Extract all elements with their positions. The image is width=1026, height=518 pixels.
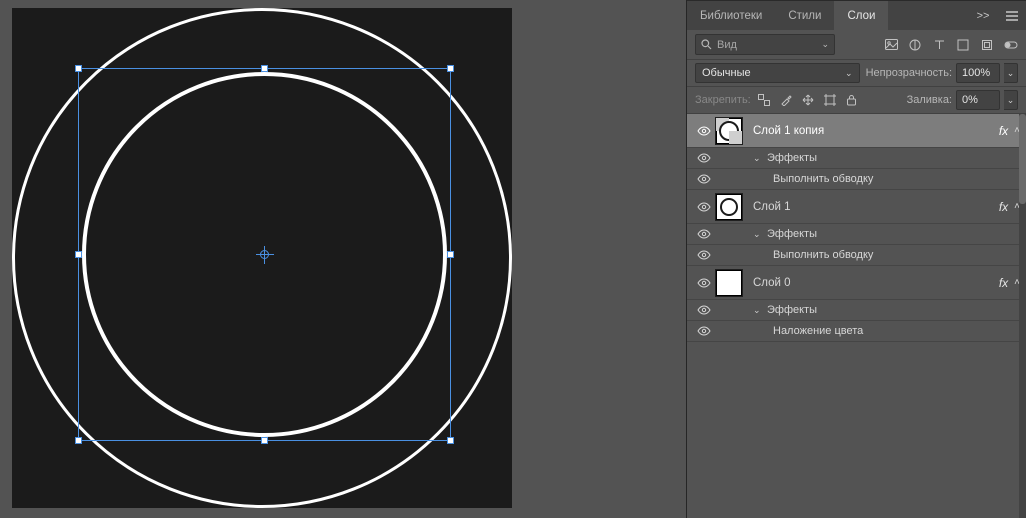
- transform-handle-e[interactable]: [447, 251, 454, 258]
- filter-image-icon[interactable]: [884, 38, 898, 52]
- effect-visibility-toggle[interactable]: [693, 250, 715, 260]
- filter-shape-icon[interactable]: [956, 38, 970, 52]
- chevron-down-icon[interactable]: ⌄: [753, 153, 767, 164]
- lock-brush-icon[interactable]: [779, 93, 793, 107]
- layer-row[interactable]: Слой 1fx˄: [687, 190, 1026, 224]
- canvas-area[interactable]: [0, 0, 670, 518]
- filter-smartobject-icon[interactable]: [980, 38, 994, 52]
- layer-effect-item[interactable]: Выполнить обводку: [687, 245, 1026, 266]
- layer-visibility-toggle[interactable]: [693, 202, 715, 212]
- transform-handle-nw[interactable]: [75, 65, 82, 72]
- layer-effect-item[interactable]: Наложение цвета: [687, 321, 1026, 342]
- layer-row[interactable]: Слой 1 копияfx˄: [687, 114, 1026, 148]
- layer-filter-icons: [884, 38, 1018, 52]
- effect-group-visibility-toggle[interactable]: [693, 229, 715, 239]
- layer-fx-indicator[interactable]: fx: [999, 200, 1008, 214]
- effects-label: Эффекты: [767, 228, 817, 240]
- opacity-slider-button[interactable]: ⌄: [1004, 63, 1018, 83]
- blend-mode-value: Обычные: [702, 67, 751, 79]
- layers-list[interactable]: Слой 1 копияfx˄⌄ЭффектыВыполнить обводку…: [687, 114, 1026, 518]
- lock-label: Закрепить:: [695, 94, 751, 106]
- layers-scrollbar[interactable]: [1019, 114, 1026, 518]
- layer-thumbnail[interactable]: [715, 269, 743, 297]
- layer-fx-indicator[interactable]: fx: [999, 276, 1008, 290]
- scrollbar-thumb[interactable]: [1019, 114, 1026, 204]
- effect-group-visibility-toggle[interactable]: [693, 153, 715, 163]
- chevron-down-icon[interactable]: ⌄: [753, 305, 767, 316]
- collapse-panel-button[interactable]: >>: [968, 1, 998, 30]
- tab-layers[interactable]: Слои: [834, 1, 888, 30]
- fill-input[interactable]: 0%: [956, 90, 1000, 110]
- transform-handle-s[interactable]: [261, 437, 268, 444]
- effects-label: Эффекты: [767, 304, 817, 316]
- lock-pixels-icon[interactable]: [757, 93, 771, 107]
- chevron-down-icon: ⌄: [821, 39, 829, 50]
- effect-visibility-toggle[interactable]: [693, 174, 715, 184]
- transform-handle-w[interactable]: [75, 251, 82, 258]
- layer-row[interactable]: Слой 0fx˄: [687, 266, 1026, 300]
- fill-slider-button[interactable]: ⌄: [1004, 90, 1018, 110]
- layer-effect-item[interactable]: Выполнить обводку: [687, 169, 1026, 190]
- chevron-down-icon[interactable]: ⌄: [753, 229, 767, 240]
- layer-effects-row[interactable]: ⌄Эффекты: [687, 224, 1026, 245]
- transform-handle-se[interactable]: [447, 437, 454, 444]
- filter-adjustment-icon[interactable]: [908, 38, 922, 52]
- layer-visibility-toggle[interactable]: [693, 126, 715, 136]
- hamburger-icon: [1006, 11, 1018, 21]
- layer-name: Слой 0: [753, 277, 791, 289]
- transform-handle-ne[interactable]: [447, 65, 454, 72]
- chevron-down-icon: ⌄: [1007, 68, 1015, 79]
- layer-thumbnail[interactable]: [715, 117, 743, 145]
- layers-search-row: Вид ⌄: [687, 30, 1026, 60]
- effect-group-visibility-toggle[interactable]: [693, 305, 715, 315]
- layers-panel-body: Вид ⌄ Обычные ⌄ Непрозрачность: 100%: [687, 30, 1026, 518]
- effect-visibility-toggle[interactable]: [693, 326, 715, 336]
- search-icon: [701, 39, 712, 50]
- layer-name: Слой 1: [753, 201, 791, 213]
- fill-control: Заливка: 0% ⌄: [907, 90, 1018, 110]
- layer-effects-row[interactable]: ⌄Эффекты: [687, 300, 1026, 321]
- effects-label: Эффекты: [767, 152, 817, 164]
- transform-handle-sw[interactable]: [75, 437, 82, 444]
- fill-value: 0%: [962, 94, 978, 106]
- layers-panel: Библиотеки Стили Слои >> Вид ⌄: [686, 0, 1026, 518]
- opacity-label: Непрозрачность:: [866, 67, 952, 79]
- search-placeholder: Вид: [717, 39, 737, 51]
- panel-tabs: Библиотеки Стили Слои >>: [687, 0, 1026, 30]
- layer-search-dropdown[interactable]: Вид ⌄: [695, 34, 835, 55]
- fill-label: Заливка:: [907, 94, 952, 106]
- transform-anchor-icon[interactable]: [256, 246, 274, 264]
- transform-bounding-box[interactable]: [78, 68, 451, 441]
- blend-mode-row: Обычные ⌄ Непрозрачность: 100% ⌄: [687, 60, 1026, 87]
- lock-row: Закрепить: Заливка: 0% ⌄: [687, 87, 1026, 114]
- effect-name: Выполнить обводку: [773, 249, 873, 261]
- blend-mode-dropdown[interactable]: Обычные ⌄: [695, 63, 860, 83]
- panel-menu-button[interactable]: [998, 1, 1026, 30]
- tab-libraries[interactable]: Библиотеки: [687, 1, 775, 30]
- filter-toggle-switch[interactable]: [1004, 38, 1018, 52]
- effect-name: Наложение цвета: [773, 325, 863, 337]
- chevron-down-icon: ⌄: [845, 68, 853, 79]
- opacity-input[interactable]: 100%: [956, 63, 1000, 83]
- layer-thumbnail[interactable]: [715, 193, 743, 221]
- lock-all-icon[interactable]: [845, 93, 859, 107]
- chevron-down-icon: ⌄: [1007, 95, 1015, 106]
- lock-icons: [757, 93, 859, 107]
- opacity-control: Непрозрачность: 100% ⌄: [866, 63, 1018, 83]
- layer-fx-indicator[interactable]: fx: [999, 124, 1008, 138]
- chevron-double-right-icon: >>: [977, 10, 990, 22]
- lock-position-icon[interactable]: [801, 93, 815, 107]
- tab-styles[interactable]: Стили: [775, 1, 834, 30]
- opacity-value: 100%: [962, 67, 990, 79]
- layer-name: Слой 1 копия: [753, 125, 824, 137]
- lock-artboard-icon[interactable]: [823, 93, 837, 107]
- layer-visibility-toggle[interactable]: [693, 278, 715, 288]
- effect-name: Выполнить обводку: [773, 173, 873, 185]
- transform-handle-n[interactable]: [261, 65, 268, 72]
- layer-effects-row[interactable]: ⌄Эффекты: [687, 148, 1026, 169]
- filter-type-icon[interactable]: [932, 38, 946, 52]
